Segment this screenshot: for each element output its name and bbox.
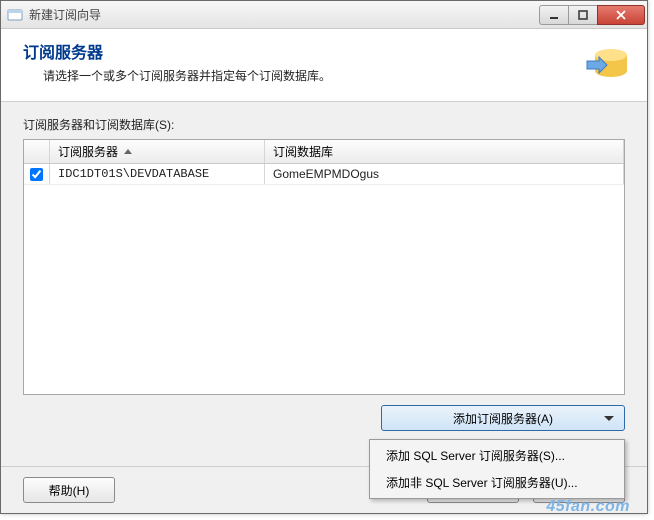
cell-server: IDC1DT01S\DEVDATABASE [50,164,265,184]
help-label: 帮助(H) [49,482,90,499]
window-title: 新建订阅向导 [29,6,540,23]
list-label: 订阅服务器和订阅数据库(S): [23,116,625,133]
column-header-database-label: 订阅数据库 [273,143,333,160]
wizard-window: 新建订阅向导 订阅服务器 请选择一个或多个订阅服务器并指定每个订阅数据库。 [0,0,648,514]
column-header-server-label: 订阅服务器 [58,143,118,160]
close-button[interactable] [597,5,645,25]
add-subscriber-menu: 添加 SQL Server 订阅服务器(S)... 添加非 SQL Server… [369,439,625,499]
minimize-button[interactable] [539,5,569,25]
menu-item-label: 添加非 SQL Server 订阅服务器(U)... [386,476,578,490]
menu-item-add-non-sql-server[interactable]: 添加非 SQL Server 订阅服务器(U)... [372,469,622,496]
column-header-database[interactable]: 订阅数据库 [265,140,624,163]
table-row[interactable]: IDC1DT01S\DEVDATABASE GomeEMPMDOgus [24,164,624,185]
sort-indicator-icon [124,149,132,154]
wizard-body: 订阅服务器和订阅数据库(S): 订阅服务器 订阅数据库 IDC1DT01S\DE… [1,102,647,443]
add-subscriber-button[interactable]: 添加订阅服务器(A) [381,405,625,431]
help-button[interactable]: 帮助(H) [23,477,115,503]
page-title: 订阅服务器 [23,39,331,63]
wizard-header: 订阅服务器 请选择一个或多个订阅服务器并指定每个订阅数据库。 [1,29,647,102]
grid-header: 订阅服务器 订阅数据库 [24,140,624,164]
menu-item-add-sql-server[interactable]: 添加 SQL Server 订阅服务器(S)... [372,442,622,469]
app-icon [7,7,23,23]
maximize-button[interactable] [568,5,598,25]
row-checkbox-cell [24,164,50,184]
add-subscriber-label: 添加订阅服务器(A) [453,410,553,427]
header-checkbox-cell [24,140,50,163]
cell-database[interactable]: GomeEMPMDOgus [265,164,624,184]
column-header-server[interactable]: 订阅服务器 [50,140,265,163]
titlebar: 新建订阅向导 [1,1,647,29]
header-icon [577,39,631,87]
chevron-down-icon [604,416,614,421]
page-subtitle: 请选择一个或多个订阅服务器并指定每个订阅数据库。 [43,67,331,84]
window-controls [540,5,645,25]
row-checkbox[interactable] [30,168,43,181]
subscriber-grid[interactable]: 订阅服务器 订阅数据库 IDC1DT01S\DEVDATABASE GomeEM… [23,139,625,395]
menu-item-label: 添加 SQL Server 订阅服务器(S)... [386,449,565,463]
